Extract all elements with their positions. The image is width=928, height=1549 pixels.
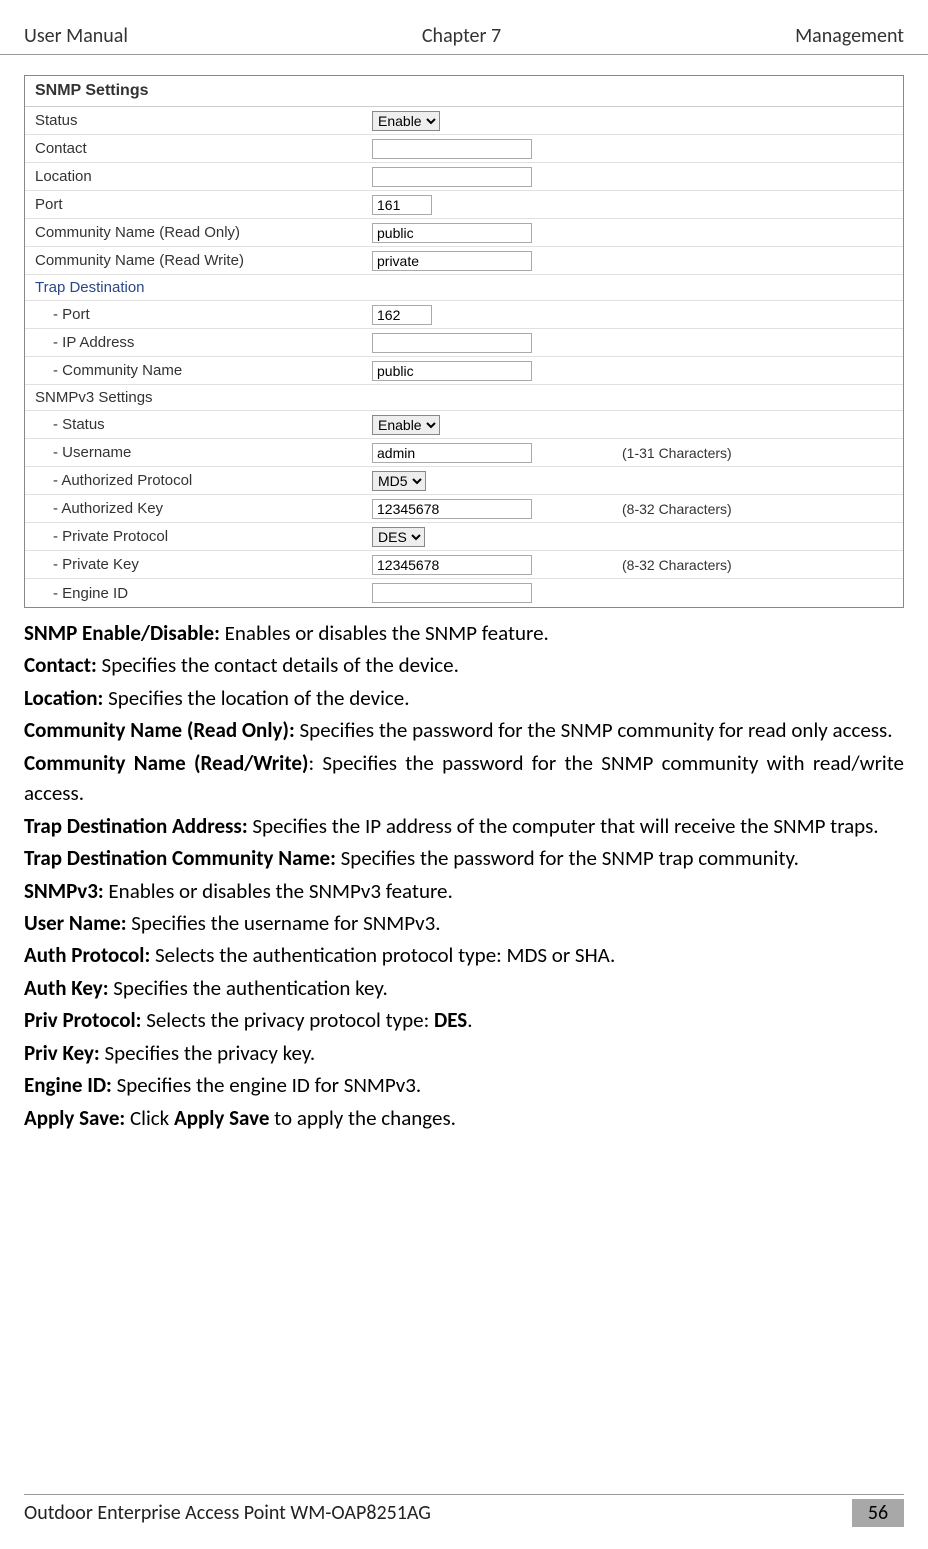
input-port[interactable]: [372, 195, 432, 215]
desc-trap-comm: Trap Destination Community Name: Specifi…: [24, 843, 904, 873]
label-port: Port: [25, 193, 372, 216]
trap-destination-header: Trap Destination: [25, 275, 903, 301]
input-location[interactable]: [372, 167, 532, 187]
input-v3-privkey[interactable]: [372, 555, 532, 575]
note-v3-privkey: (8-32 Characters): [582, 557, 903, 573]
label-v3-status: - Status: [25, 413, 372, 436]
desc-comm-rw: Community Name (Read/Write): Specifies t…: [24, 748, 904, 809]
page-number: 56: [852, 1499, 904, 1527]
input-comm-ro[interactable]: [372, 223, 532, 243]
select-v3-authproto[interactable]: MD5: [372, 471, 426, 491]
input-trap-comm[interactable]: [372, 361, 532, 381]
desc-location: Location: Specifies the location of the …: [24, 683, 904, 713]
header-left: User Manual: [24, 24, 128, 48]
desc-apply-save: Apply Save: Click Apply Save to apply th…: [24, 1103, 904, 1133]
row-trap-comm: - Community Name: [25, 357, 903, 385]
snmp-settings-panel: SNMP Settings Status Enable Contact Loca…: [24, 75, 904, 608]
snmp-panel-title: SNMP Settings: [25, 76, 903, 107]
row-v3-authproto: - Authorized Protocol MD5: [25, 467, 903, 495]
footer-product-name: Outdoor Enterprise Access Point WM-OAP82…: [24, 1501, 852, 1525]
desc-comm-ro: Community Name (Read Only): Specifies th…: [24, 715, 904, 745]
label-trap-comm: - Community Name: [25, 359, 372, 382]
label-comm-ro: Community Name (Read Only): [25, 221, 372, 244]
label-location: Location: [25, 165, 372, 188]
input-comm-rw[interactable]: [372, 251, 532, 271]
desc-auth-protocol: Auth Protocol: Selects the authenticatio…: [24, 940, 904, 970]
header-right: Management: [795, 24, 904, 48]
input-trap-port[interactable]: [372, 305, 432, 325]
label-v3-user: - Username: [25, 441, 372, 464]
row-contact: Contact: [25, 135, 903, 163]
desc-username: User Name: Specifies the username for SN…: [24, 908, 904, 938]
row-trap-ip: - IP Address: [25, 329, 903, 357]
row-v3-privproto: - Private Protocol DES: [25, 523, 903, 551]
label-v3-authkey: - Authorized Key: [25, 497, 372, 520]
desc-auth-key: Auth Key: Specifies the authentication k…: [24, 973, 904, 1003]
row-v3-engine: - Engine ID: [25, 579, 903, 607]
row-location: Location: [25, 163, 903, 191]
row-v3-privkey: - Private Key (8-32 Characters): [25, 551, 903, 579]
row-port: Port: [25, 191, 903, 219]
input-trap-ip[interactable]: [372, 333, 532, 353]
row-v3-authkey: - Authorized Key (8-32 Characters): [25, 495, 903, 523]
row-v3-status: - Status Enable: [25, 411, 903, 439]
label-v3-engine: - Engine ID: [25, 582, 372, 605]
input-v3-authkey[interactable]: [372, 499, 532, 519]
label-comm-rw: Community Name (Read Write): [25, 249, 372, 272]
row-trap-port: - Port: [25, 301, 903, 329]
select-v3-privproto[interactable]: DES: [372, 527, 425, 547]
desc-contact: Contact: Specifies the contact details o…: [24, 650, 904, 680]
snmpv3-header: SNMPv3 Settings: [25, 385, 903, 411]
row-v3-user: - Username (1-31 Characters): [25, 439, 903, 467]
input-contact[interactable]: [372, 139, 532, 159]
label-v3-privproto: - Private Protocol: [25, 525, 372, 548]
row-status: Status Enable: [25, 107, 903, 135]
desc-priv-key: Priv Key: Specifies the privacy key.: [24, 1038, 904, 1068]
desc-snmp-enable: SNMP Enable/Disable: Enables or disables…: [24, 618, 904, 648]
header-center: Chapter 7: [422, 24, 501, 48]
note-v3-authkey: (8-32 Characters): [582, 501, 903, 517]
row-comm-ro: Community Name (Read Only): [25, 219, 903, 247]
select-status[interactable]: Enable: [372, 111, 440, 131]
page-header: User Manual Chapter 7 Management: [0, 0, 928, 55]
note-v3-user: (1-31 Characters): [582, 445, 903, 461]
input-v3-engine[interactable]: [372, 583, 532, 603]
page-footer: Outdoor Enterprise Access Point WM-OAP82…: [24, 1494, 904, 1527]
description-block: SNMP Enable/Disable: Enables or disables…: [24, 618, 904, 1133]
desc-trap-addr: Trap Destination Address: Specifies the …: [24, 811, 904, 841]
label-status: Status: [25, 109, 372, 132]
select-v3-status[interactable]: Enable: [372, 415, 440, 435]
row-comm-rw: Community Name (Read Write): [25, 247, 903, 275]
desc-engine-id: Engine ID: Specifies the engine ID for S…: [24, 1070, 904, 1100]
label-trap-port: - Port: [25, 303, 372, 326]
desc-snmpv3: SNMPv3: Enables or disables the SNMPv3 f…: [24, 876, 904, 906]
label-contact: Contact: [25, 137, 372, 160]
label-v3-privkey: - Private Key: [25, 553, 372, 576]
input-v3-user[interactable]: [372, 443, 532, 463]
desc-priv-protocol: Priv Protocol: Selects the privacy proto…: [24, 1005, 904, 1035]
label-trap-ip: - IP Address: [25, 331, 372, 354]
label-v3-authproto: - Authorized Protocol: [25, 469, 372, 492]
